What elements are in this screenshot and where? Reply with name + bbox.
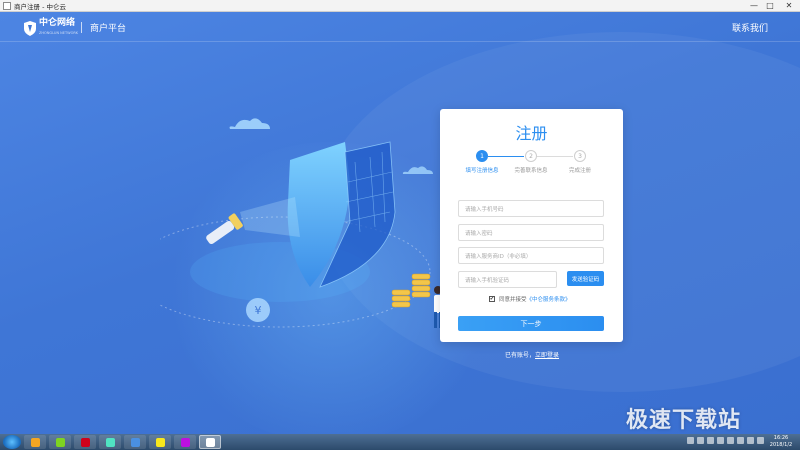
login-hint: 已有账号，立即登录	[505, 350, 559, 359]
tray-icon-5[interactable]	[727, 437, 734, 444]
app-icon-1	[30, 437, 40, 447]
registration-page: 中仑网络 ZHONGLUN NETWORK 商户平台 联系我们 ¥ 注册 1 2…	[0, 12, 800, 434]
shield-logo-icon	[24, 20, 36, 36]
svg-text:¥: ¥	[255, 304, 262, 317]
app-icon-4	[105, 437, 115, 447]
taskbar-app-active[interactable]	[199, 435, 221, 449]
brand-logo[interactable]: 中仑网络 ZHONGLUN NETWORK	[24, 18, 78, 38]
step-2-label: 完善联系信息	[514, 168, 548, 174]
terms-link[interactable]: 《中仑服务条款》	[527, 295, 571, 303]
step-3-circle: 3	[574, 150, 586, 162]
shield-app-icon	[205, 437, 215, 447]
taskbar-app-4[interactable]	[99, 435, 121, 449]
platform-title: 商户平台	[90, 24, 127, 34]
window-controls: — □ ✕	[746, 0, 800, 12]
maximize-button[interactable]: □	[762, 0, 778, 12]
tray-icon-4[interactable]	[717, 437, 724, 444]
header-divider	[81, 22, 82, 33]
app-icon-5	[130, 437, 140, 447]
terms-checkbox[interactable]: ✔	[489, 296, 495, 302]
step-3-label: 完成注册	[568, 168, 591, 174]
login-link[interactable]: 立即登录	[535, 352, 559, 359]
sms-code-input[interactable]: 请输入手机验证码	[458, 271, 557, 288]
brand-name: 中仑网络 ZHONGLUN NETWORK	[39, 18, 78, 38]
step-line-1	[488, 156, 524, 157]
provider-id-input[interactable]: 请输入服务商ID（非必填）	[458, 247, 604, 264]
taskbar-clock[interactable]: 16:26 2018/1/2	[765, 435, 797, 449]
tray-icon-7[interactable]	[747, 437, 754, 444]
taskbar: 16:26 2018/1/2	[0, 434, 800, 450]
security-illustration: ¥	[160, 118, 452, 328]
terms-agreement: ✔ 同意并接受 《中仑服务条款》	[489, 295, 571, 303]
app-icon	[3, 1, 11, 10]
taskbar-app-6[interactable]	[149, 435, 171, 449]
close-button[interactable]: ✕	[778, 0, 800, 12]
tray-icon-2[interactable]	[697, 437, 704, 444]
volume-icon[interactable]	[757, 437, 764, 444]
terms-text: 同意并接受	[499, 297, 527, 303]
send-code-button[interactable]: 发送验证码	[567, 271, 604, 286]
password-input[interactable]: 请输入密码	[458, 224, 604, 241]
tray-icon-3[interactable]	[707, 437, 714, 444]
clock-date: 2018/1/2	[769, 442, 793, 448]
minimize-button[interactable]: —	[746, 0, 762, 12]
window-title: 商户注册 - 中仑云	[14, 2, 66, 11]
tray-icon-1[interactable]	[687, 437, 694, 444]
window-titlebar: 商户注册 - 中仑云 — □ ✕	[0, 0, 800, 12]
app-icon-6	[155, 437, 165, 447]
taskbar-app-7[interactable]	[174, 435, 196, 449]
registration-card: 注册 1 2 3 填写注册信息 完善联系信息 完成注册 请输入手机号码 请输入密…	[440, 109, 623, 342]
step-2-circle: 2	[525, 150, 537, 162]
app-icon-7	[180, 437, 190, 447]
app-icon-3	[80, 437, 90, 447]
taskbar-app-3[interactable]	[74, 435, 96, 449]
clock-time: 16:26	[773, 435, 789, 441]
brand-subtitle: ZHONGLUN NETWORK	[39, 31, 79, 35]
step-1-label: 填写注册信息	[465, 168, 499, 174]
system-tray	[684, 437, 764, 444]
step-line-2	[537, 156, 573, 157]
phone-input[interactable]: 请输入手机号码	[458, 200, 604, 217]
taskbar-app-2[interactable]	[49, 435, 71, 449]
step-indicator: 1 2 3 填写注册信息 完善联系信息 完成注册	[440, 150, 623, 178]
next-step-button[interactable]: 下一步	[458, 316, 604, 331]
taskbar-app-5[interactable]	[124, 435, 146, 449]
start-button[interactable]	[3, 435, 21, 449]
watermark-text: 极速下载站	[626, 408, 742, 433]
taskbar-app-1[interactable]	[24, 435, 46, 449]
contact-us-link[interactable]: 联系我们	[732, 21, 768, 34]
tray-icon-6[interactable]	[737, 437, 744, 444]
login-hint-text: 已有账号，	[505, 352, 536, 359]
card-title: 注册	[515, 124, 548, 143]
app-icon-2	[55, 437, 65, 447]
page-header: 中仑网络 ZHONGLUN NETWORK 商户平台 联系我们	[0, 12, 800, 42]
step-1-circle: 1	[476, 150, 488, 162]
